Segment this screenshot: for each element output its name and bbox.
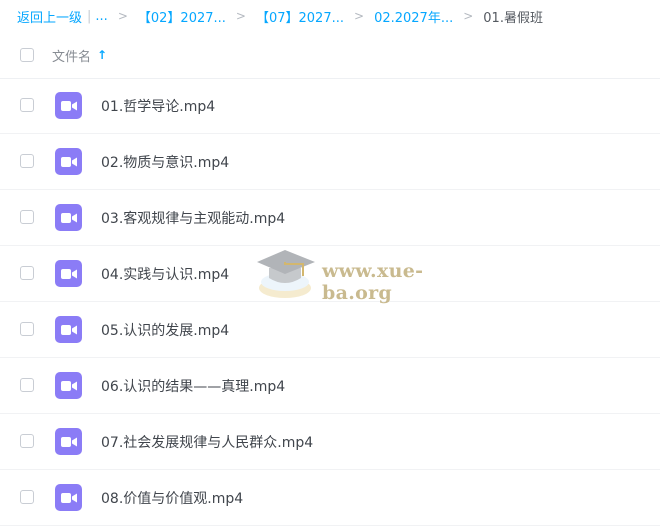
video-file-icon (55, 316, 82, 343)
breadcrumb-ellipsis[interactable]: ... (95, 9, 107, 24)
video-file-icon (55, 92, 82, 119)
file-row[interactable]: 05.认识的发展.mp4 (0, 302, 660, 358)
column-header-filename[interactable]: 文件名 ↑ (52, 46, 107, 65)
row-checkbox[interactable] (20, 434, 34, 448)
breadcrumb-item-2[interactable]: 【07】2027... (256, 7, 344, 26)
chevron-right-icon: > (463, 9, 474, 23)
file-name[interactable]: 03.客观规律与主观能动.mp4 (101, 208, 285, 228)
row-checkbox[interactable] (20, 210, 34, 224)
file-name[interactable]: 08.价值与价值观.mp4 (101, 488, 243, 508)
row-checkbox[interactable] (20, 98, 34, 112)
file-row[interactable]: 06.认识的结果——真理.mp4 (0, 358, 660, 414)
video-file-icon (55, 260, 82, 287)
file-name[interactable]: 05.认识的发展.mp4 (101, 320, 229, 340)
back-link[interactable]: 返回上一级 (17, 7, 82, 26)
video-file-icon (55, 372, 82, 399)
column-header-label: 文件名 (52, 49, 92, 65)
chevron-right-icon: > (354, 9, 365, 23)
file-row[interactable]: 01.哲学导论.mp4 (0, 78, 660, 134)
breadcrumb-divider: | (87, 8, 92, 24)
chevron-right-icon: > (235, 9, 246, 23)
row-checkbox[interactable] (20, 322, 34, 336)
file-row[interactable]: 03.客观规律与主观能动.mp4 (0, 190, 660, 246)
breadcrumb-current: 01.暑假班 (483, 10, 543, 26)
chevron-right-icon: > (117, 9, 128, 23)
file-name[interactable]: 02.物质与意识.mp4 (101, 152, 229, 172)
file-list: 01.哲学导论.mp4 02.物质与意识.mp4 03.客观规律与主观能动.mp4 0… (0, 78, 660, 526)
video-file-icon (55, 148, 82, 175)
breadcrumb-item-1[interactable]: 【02】2027... (138, 7, 226, 26)
file-row[interactable]: 07.社会发展规律与人民群众.mp4 (0, 414, 660, 470)
file-row[interactable]: 04.实践与认识.mp4 (0, 246, 660, 302)
file-name[interactable]: 04.实践与认识.mp4 (101, 264, 229, 284)
video-file-icon (55, 204, 82, 231)
file-row[interactable]: 02.物质与意识.mp4 (0, 134, 660, 190)
arrow-up-icon[interactable]: ↑ (97, 48, 107, 62)
table-header: 文件名 ↑ (0, 32, 660, 79)
row-checkbox[interactable] (20, 490, 34, 504)
file-name[interactable]: 06.认识的结果——真理.mp4 (101, 376, 285, 396)
row-checkbox[interactable] (20, 154, 34, 168)
row-checkbox[interactable] (20, 378, 34, 392)
file-row[interactable]: 08.价值与价值观.mp4 (0, 470, 660, 526)
video-file-icon (55, 428, 82, 455)
file-name[interactable]: 07.社会发展规律与人民群众.mp4 (101, 432, 313, 452)
select-all-checkbox[interactable] (20, 48, 34, 62)
breadcrumb-item-3[interactable]: 02.2027年... (374, 7, 453, 26)
breadcrumb: 返回上一级 | ... > 【02】2027... > 【07】2027... … (0, 0, 660, 32)
file-name[interactable]: 01.哲学导论.mp4 (101, 96, 215, 116)
row-checkbox[interactable] (20, 266, 34, 280)
video-file-icon (55, 484, 82, 511)
